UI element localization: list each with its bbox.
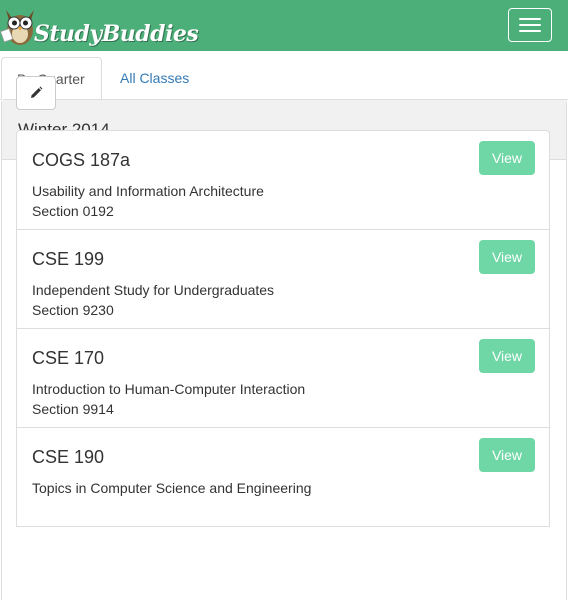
brand-logo[interactable]: StudyBuddies bbox=[0, 0, 199, 51]
class-title: Topics in Computer Science and Engineeri… bbox=[32, 480, 312, 496]
pencil-icon bbox=[31, 86, 43, 98]
tab-bar: By Quarter All Classes bbox=[0, 57, 568, 100]
menu-toggle-button[interactable] bbox=[508, 8, 552, 42]
class-code: CSE 199 bbox=[32, 249, 105, 269]
class-code: COGS 187a bbox=[32, 150, 131, 170]
class-title: Usability and Information Architecture bbox=[32, 183, 264, 199]
class-list-item: CSE 170 Introduction to Human-Computer I… bbox=[16, 328, 550, 428]
edit-button[interactable] bbox=[16, 76, 56, 110]
hamburger-icon bbox=[519, 18, 541, 20]
class-code: CSE 190 bbox=[32, 447, 105, 467]
navbar: StudyBuddies bbox=[0, 0, 568, 51]
brand-name: StudyBuddies bbox=[34, 21, 199, 47]
hamburger-icon bbox=[519, 30, 541, 32]
view-class-button[interactable]: View bbox=[479, 339, 535, 373]
class-section: Section 9230 bbox=[32, 302, 114, 318]
view-class-button[interactable]: View bbox=[479, 438, 535, 472]
view-class-button[interactable]: View bbox=[479, 141, 535, 175]
class-title: Introduction to Human-Computer Interacti… bbox=[32, 381, 306, 397]
class-list-item: CSE 190 Topics in Computer Science and E… bbox=[16, 427, 550, 527]
tab-all-classes[interactable]: All Classes bbox=[105, 57, 204, 100]
class-title: Independent Study for Undergraduates bbox=[32, 282, 275, 298]
view-class-button[interactable]: View bbox=[479, 240, 535, 274]
hamburger-icon bbox=[519, 24, 541, 26]
class-list-item: CSE 199 Independent Study for Undergradu… bbox=[16, 229, 550, 329]
class-section: Section 0192 bbox=[32, 203, 114, 219]
class-list-item: COGS 187a Usability and Information Arch… bbox=[16, 130, 550, 230]
class-code: CSE 170 bbox=[32, 348, 105, 368]
class-section: Section 9914 bbox=[32, 401, 114, 417]
class-list: COGS 187a Usability and Information Arch… bbox=[16, 130, 550, 527]
